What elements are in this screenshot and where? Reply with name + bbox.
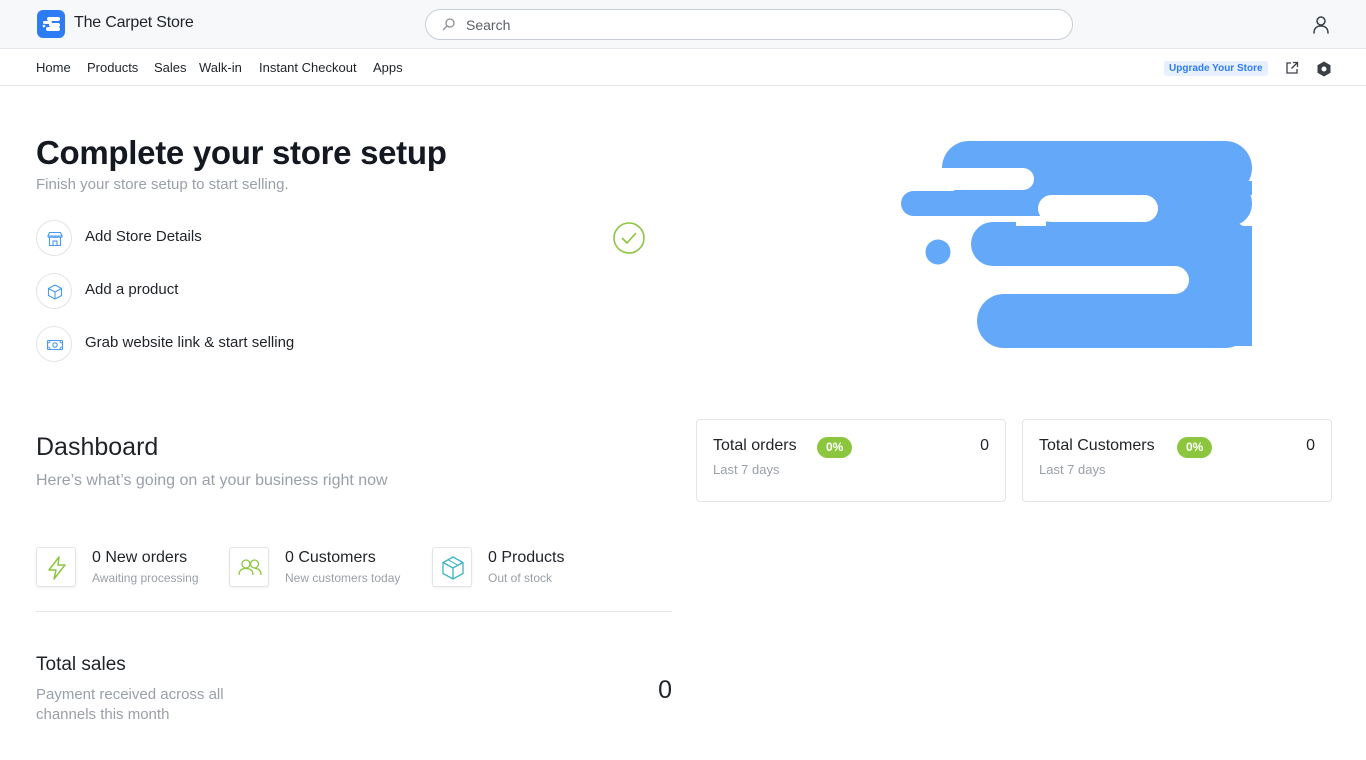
nav-item-instant-checkout[interactable]: Instant Checkout (259, 60, 357, 75)
card-value: 0 (1306, 437, 1315, 454)
setup-title: Complete your store setup (36, 134, 447, 171)
setup-subtitle: Finish your store setup to start selling… (36, 176, 289, 193)
setup-step-website-link[interactable]: Grab website link & start selling (36, 326, 656, 362)
total-customers-card[interactable]: Total Customers 0% 0 Last 7 days (1022, 419, 1332, 502)
card-title: Total orders (713, 437, 797, 454)
top-bar: The Carpet Store (0, 0, 1366, 49)
store-name[interactable]: The Carpet Store (74, 14, 194, 32)
cash-icon (36, 326, 72, 362)
section-divider (36, 611, 672, 612)
brand-logo-illustration (901, 141, 1252, 348)
search-icon (442, 18, 455, 31)
nav-item-walk-in[interactable]: Walk-in (199, 60, 242, 75)
percent-change-badge: 0% (1177, 437, 1213, 458)
setup-step-label: Grab website link & start selling (85, 334, 295, 351)
stat-title: 0 Products (488, 549, 565, 566)
total-orders-card[interactable]: Total orders 0% 0 Last 7 days (696, 419, 1006, 502)
stat-subtitle: Out of stock (488, 571, 553, 585)
main-nav: Home Products Sales Walk-in Instant Chec… (0, 49, 1366, 86)
total-sales-title: Total sales (36, 654, 126, 675)
store-logo-icon[interactable] (37, 10, 65, 38)
upgrade-store-button[interactable]: Upgrade Your Store (1164, 61, 1268, 76)
nav-item-sales[interactable]: Sales (154, 60, 187, 75)
card-value: 0 (980, 437, 989, 454)
nav-item-products[interactable]: Products (87, 60, 138, 75)
box-icon (36, 273, 72, 309)
setup-step-label: Add Store Details (85, 228, 202, 245)
lightning-icon (36, 547, 76, 587)
stat-title: 0 New orders (92, 549, 188, 566)
stat-subtitle: New customers today (285, 571, 401, 585)
percent-change-badge: 0% (817, 437, 853, 458)
dashboard-subtitle: Here’s what’s going on at your business … (36, 472, 388, 489)
stat-title: 0 Customers (285, 549, 376, 566)
gear-icon[interactable] (1316, 61, 1332, 77)
stat-subtitle: Awaiting processing (92, 571, 199, 585)
check-circle-icon (613, 222, 645, 254)
user-account-icon[interactable] (1311, 15, 1331, 35)
setup-step-store-details[interactable]: Add Store Details (36, 220, 656, 256)
setup-step-label: Add a product (85, 281, 179, 298)
nav-item-home[interactable]: Home (36, 60, 71, 75)
nav-item-apps[interactable]: Apps (373, 60, 403, 75)
search-bar[interactable] (425, 9, 1073, 40)
users-icon (229, 547, 269, 587)
external-link-icon[interactable] (1285, 61, 1299, 75)
card-title: Total Customers (1039, 437, 1155, 454)
card-period: Last 7 days (713, 462, 780, 477)
search-input[interactable] (466, 16, 1026, 34)
store-icon (36, 220, 72, 256)
dashboard-title: Dashboard (36, 433, 159, 461)
card-period: Last 7 days (1039, 462, 1106, 477)
cube-icon (432, 547, 472, 587)
total-sales-value: 0 (658, 676, 672, 704)
total-sales-subtitle: Payment received across all channels thi… (36, 686, 224, 723)
setup-step-add-product[interactable]: Add a product (36, 273, 656, 309)
